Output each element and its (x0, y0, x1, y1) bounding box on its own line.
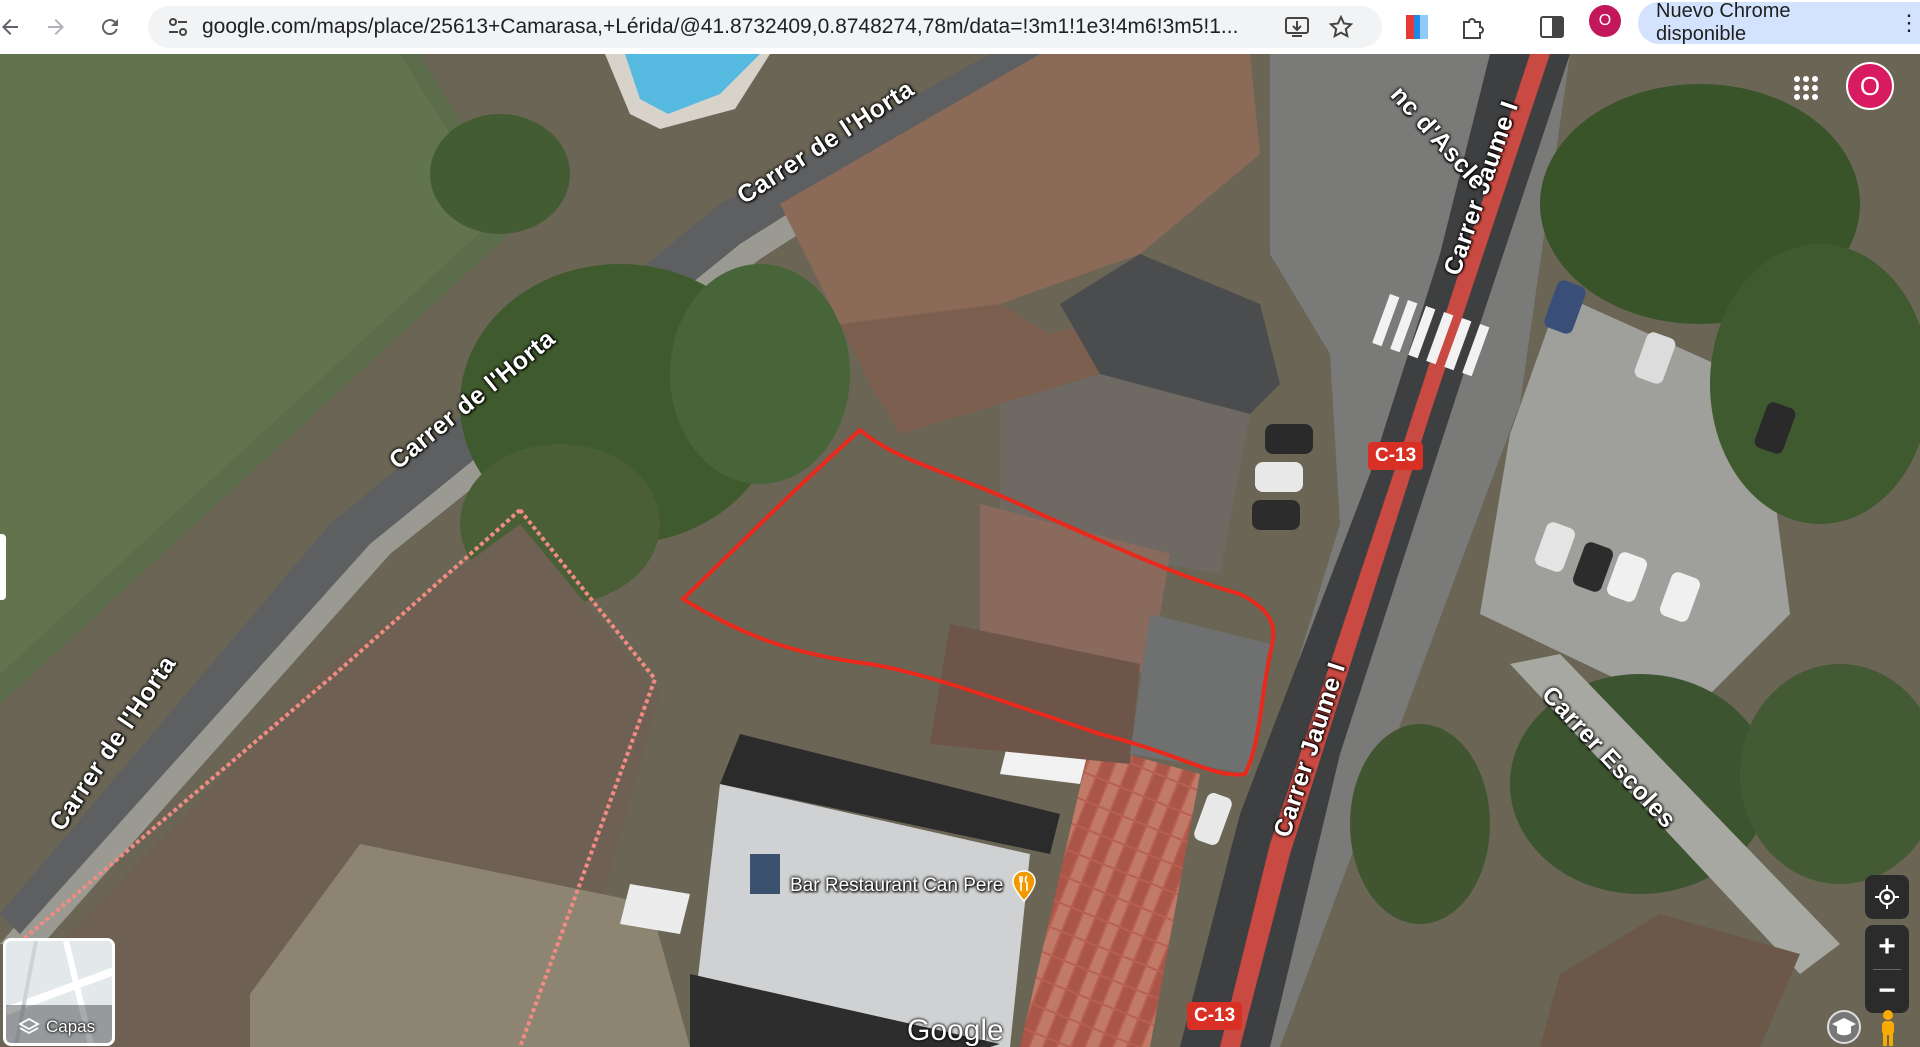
poi-label: Bar Restaurant Can Pere (790, 875, 1004, 896)
poi-bar-restaurant[interactable]: Bar Restaurant Can Pere (790, 870, 1037, 902)
site-settings-icon[interactable] (160, 9, 196, 45)
crosshair-icon (1875, 885, 1899, 909)
reload-icon[interactable] (90, 7, 130, 47)
extension-icon[interactable] (1398, 8, 1436, 46)
layers-label: Capas (46, 1017, 96, 1036)
menu-dots-icon[interactable]: ⋮ (1898, 10, 1920, 36)
puzzle-icon[interactable] (1454, 8, 1492, 46)
update-label: Nuevo Chrome disponible (1656, 0, 1791, 45)
layers-button[interactable]: Capas (3, 938, 115, 1046)
zoom-out-button[interactable]: − (1865, 969, 1909, 1013)
address-bar[interactable]: google.com/maps/place/25613+Camarasa,+Lé… (148, 6, 1382, 48)
side-panel-icon[interactable] (1533, 8, 1571, 46)
account-avatar[interactable]: O (1846, 62, 1894, 110)
restaurant-icon[interactable] (1011, 870, 1037, 902)
forward-icon[interactable] (36, 7, 76, 47)
zoom-in-button[interactable]: + (1865, 925, 1909, 969)
browser-toolbar: google.com/maps/place/25613+Camarasa,+Lé… (0, 0, 1920, 54)
pegman-icon[interactable] (1874, 1009, 1902, 1047)
satellite-map[interactable]: Carrer de l'Horta Carrer de l'Horta Carr… (0, 54, 1920, 1047)
bookmark-star-icon[interactable] (1324, 10, 1358, 44)
layers-icon (18, 1017, 40, 1035)
chrome-update-button[interactable]: Nuevo Chrome disponible ⋮ (1638, 0, 1920, 45)
road-shield-c13-upper: C-13 (1368, 442, 1424, 470)
graduation-cap-icon[interactable] (1826, 1009, 1862, 1045)
layers-label-row: Capas (18, 1017, 95, 1037)
profile-avatar[interactable]: O (1589, 5, 1621, 37)
google-attribution: Google (907, 1014, 1004, 1047)
road-shield-c13-lower: C-13 (1187, 1002, 1243, 1030)
url-text[interactable]: google.com/maps/place/25613+Camarasa,+Lé… (202, 15, 1272, 39)
side-panel-toggle[interactable] (0, 534, 6, 600)
zoom-controls: + − (1865, 925, 1909, 1013)
back-icon[interactable] (0, 7, 30, 47)
install-icon[interactable] (1280, 10, 1314, 44)
apps-grid-icon[interactable] (1788, 70, 1824, 106)
my-location-button[interactable] (1865, 875, 1909, 919)
